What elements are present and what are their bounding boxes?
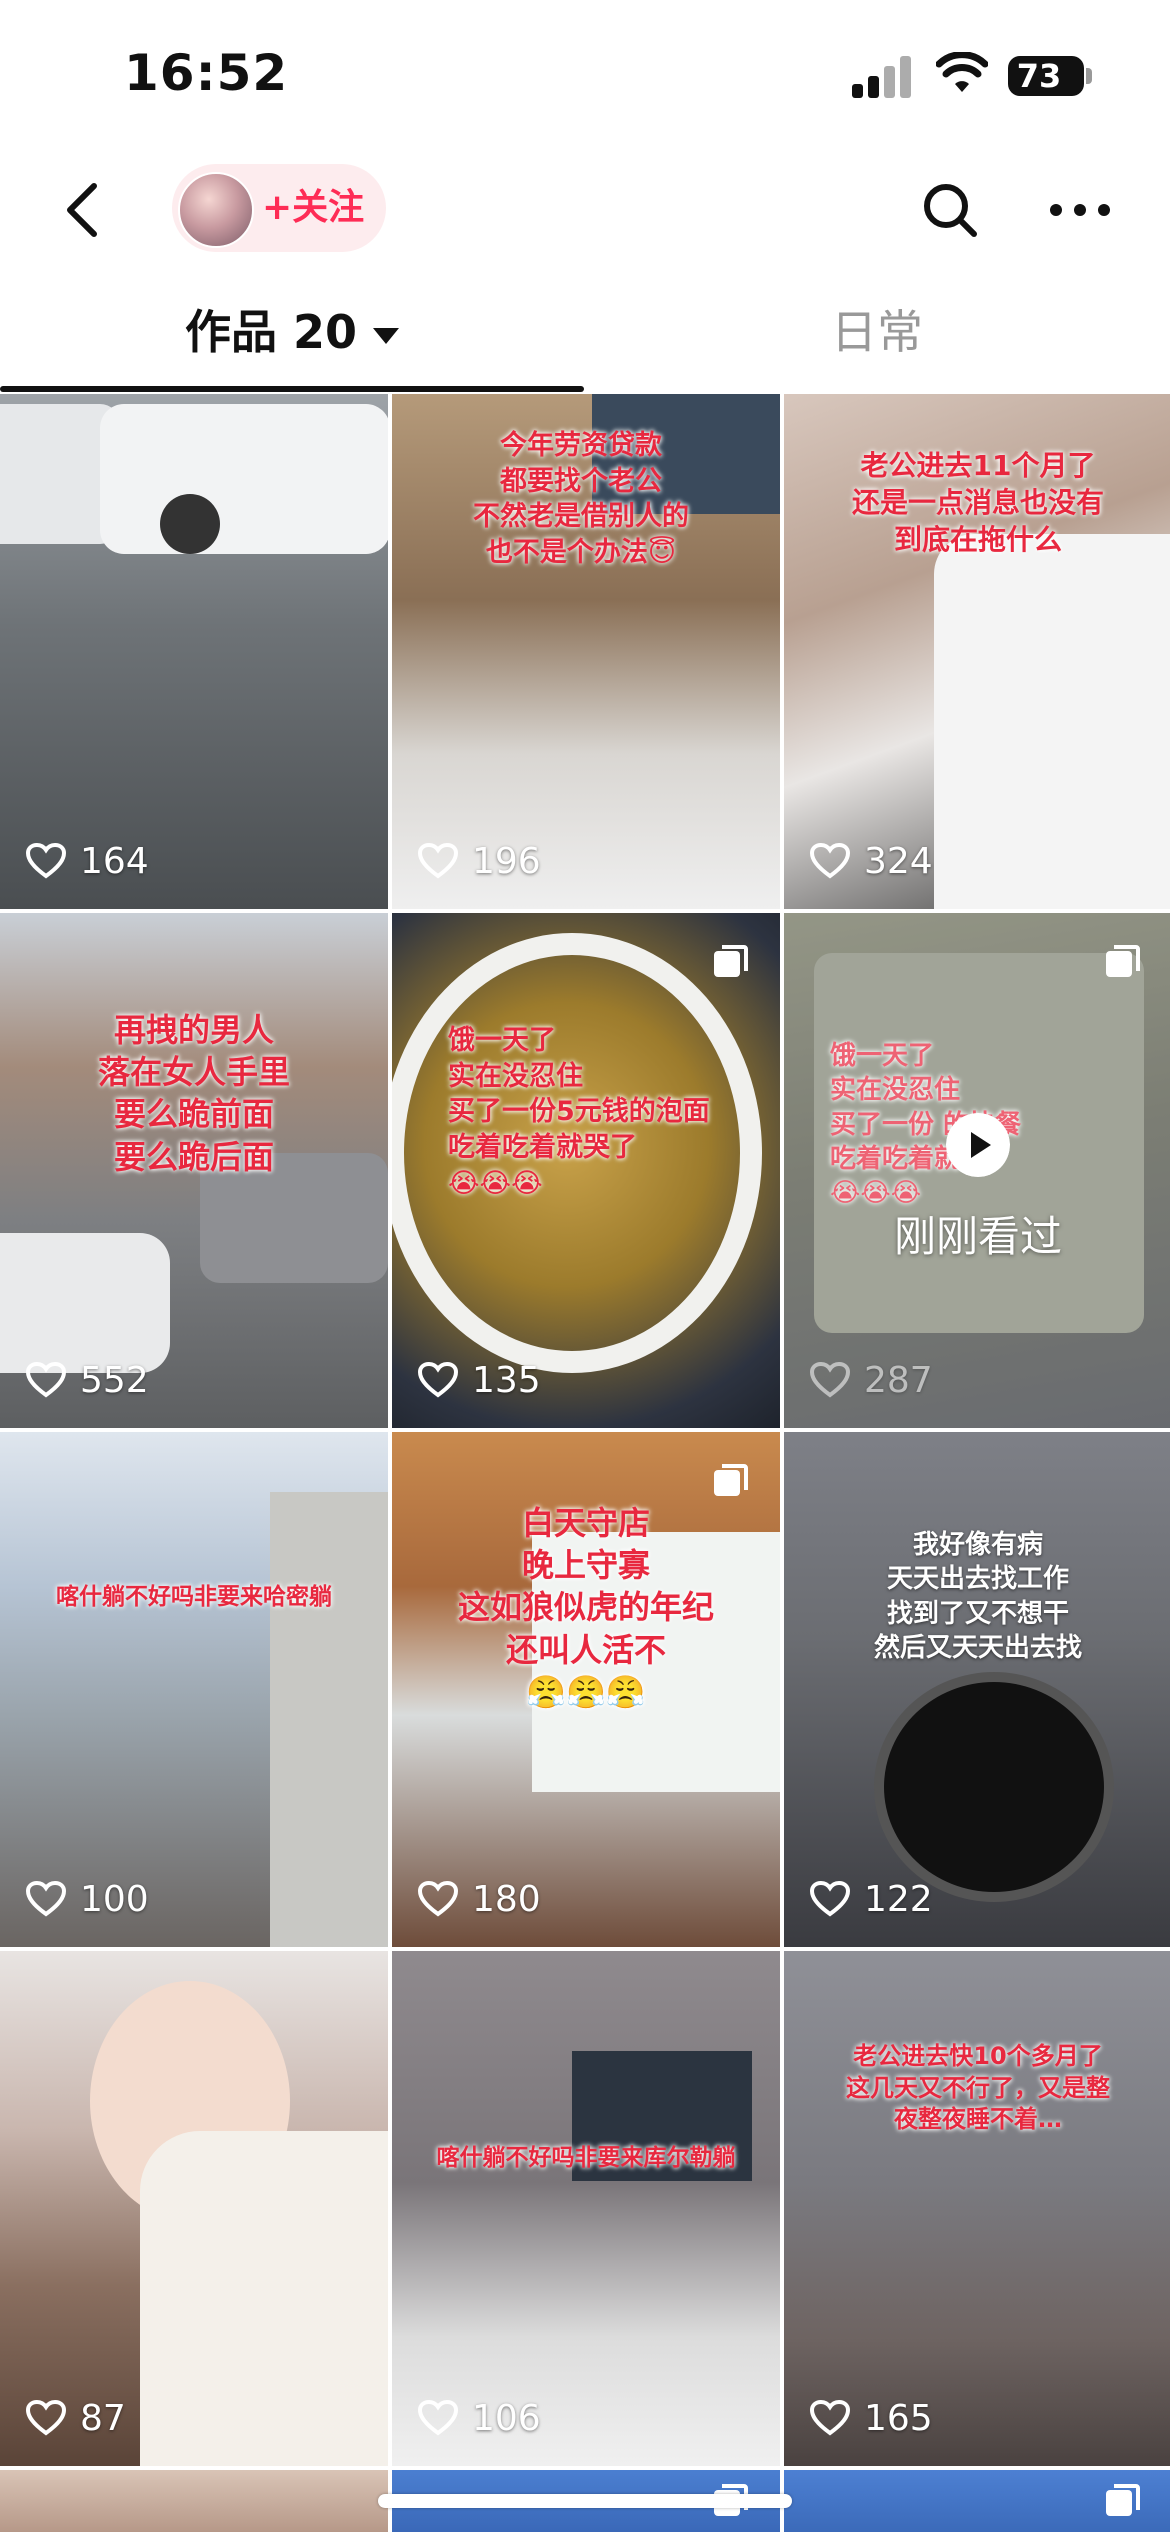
video-caption: 白天守店 晚上守寡 这如狼似虎的年纪 还叫人活不 😤😤😤 (457, 1504, 714, 1711)
image-post-tile[interactable]: 饿一天了 实在没忍住 买了一份5元钱的泡面 吃着吃着就哭了 😭😭😭 135 (392, 913, 780, 1428)
like-count-value: 180 (472, 1878, 541, 1920)
image-post-tile[interactable]: 白天守店 晚上守寡 这如狼似虎的年纪 还叫人活不 😤😤😤 180 (392, 1432, 780, 1947)
like-count: 165 (810, 2396, 933, 2440)
chevron-down-icon[interactable] (373, 327, 400, 344)
video-tile[interactable]: 164 (0, 394, 388, 909)
video-caption: 再拽的男人 落在女人手里 要么跪前面 要么跪后面 (97, 1011, 290, 1176)
video-caption: 喀什躺不好吗非要来库尔勒躺 (436, 2145, 736, 2171)
avatar[interactable] (178, 172, 254, 248)
video-tile[interactable]: 喀什躺不好吗非要来库尔勒躺 106 (392, 1951, 780, 2466)
collar-shape (140, 2131, 388, 2466)
video-tile[interactable]: 老公进去11个月了 还是一点消息也没有 到底在拖什么 324 (784, 394, 1170, 909)
heart-icon (418, 843, 458, 879)
like-count: 196 (418, 839, 541, 883)
recently-watched-label: 刚刚看过 (893, 1212, 1062, 1261)
like-count-value: 100 (80, 1878, 149, 1920)
cellular-signal-icon (852, 56, 912, 98)
like-count-value: 87 (80, 2397, 126, 2439)
shirt-shape (934, 534, 1170, 909)
tab-works-label: 作品 20 (184, 305, 358, 359)
like-count: 87 (26, 2396, 126, 2440)
battery-icon: 73 (1008, 56, 1084, 96)
tab-daily[interactable]: 日常 (584, 270, 1170, 394)
image-post-tile[interactable] (784, 2470, 1170, 2532)
play-icon (946, 1113, 1010, 1177)
heart-icon (26, 1362, 66, 1398)
wall-shape (270, 1492, 388, 1947)
heart-icon (810, 1881, 850, 1917)
back-icon[interactable] (50, 174, 122, 246)
battery-tip (1086, 68, 1092, 84)
like-count: 164 (26, 839, 149, 883)
like-count: 324 (810, 839, 933, 883)
tab-daily-label: 日常 (831, 305, 923, 359)
follow-label: +关注 (262, 187, 365, 228)
home-indicator[interactable] (378, 2494, 792, 2508)
video-caption: 饿一天了 实在没忍住 买了一份5元钱的泡面 吃着吃着就哭了 😭😭😭 (448, 1025, 710, 1199)
heart-icon (418, 1362, 458, 1398)
tire-shape (160, 494, 220, 554)
like-count-value: 196 (472, 840, 541, 882)
like-count: 135 (418, 1358, 541, 1402)
video-tile[interactable]: 喀什躺不好吗非要来哈密躺 100 (0, 1432, 388, 1947)
video-tile[interactable]: 今年劳资贷款 都要找个老公 不然老是借别人的 也不是个办法😇 196 (392, 394, 780, 909)
video-tile[interactable]: 87 (0, 1951, 388, 2466)
nav-bar: +关注 (0, 150, 1170, 270)
video-caption: 老公进去11个月了 还是一点消息也没有 到底在拖什么 (851, 449, 1104, 556)
video-caption: 今年劳资贷款 都要找个老公 不然老是借别人的 也不是个办法😇 (473, 430, 689, 568)
active-tab-indicator (0, 386, 584, 392)
heart-icon (810, 843, 850, 879)
heart-icon (26, 1881, 66, 1917)
like-count: 106 (418, 2396, 541, 2440)
heart-icon (418, 2400, 458, 2436)
heart-icon (418, 1881, 458, 1917)
status-bar: 16:52 73 (0, 0, 1170, 150)
like-count-value: 164 (80, 840, 149, 882)
heart-icon (26, 2400, 66, 2436)
like-count: 180 (418, 1877, 541, 1921)
video-tile[interactable]: 我好像有病 天天出去找工作 找到了又不想干 然后又天天出去找 122 (784, 1432, 1170, 1947)
like-count-value: 287 (864, 1359, 933, 1401)
wifi-icon (936, 52, 988, 92)
follow-button[interactable]: +关注 (172, 164, 386, 252)
speedometer-shape (874, 1672, 1114, 1902)
battery-level: 73 (1016, 57, 1062, 95)
recently-watched-overlay: 刚刚看过 (784, 913, 1170, 1428)
like-count-value: 552 (80, 1359, 149, 1401)
heart-icon (810, 1362, 850, 1398)
like-count-value: 106 (472, 2397, 541, 2439)
multi-image-icon (714, 945, 748, 977)
multi-image-icon (714, 1464, 748, 1496)
status-time: 16:52 (124, 44, 289, 102)
tab-works[interactable]: 作品 20 (0, 270, 584, 394)
more-icon[interactable] (1044, 186, 1116, 234)
like-count-value: 324 (864, 840, 933, 882)
like-count-value: 135 (472, 1359, 541, 1401)
video-tile[interactable]: 老公进去快10个多月了 这几天又不行了，又是整 夜整夜睡不着… 165 (784, 1951, 1170, 2466)
search-icon[interactable] (918, 178, 982, 242)
video-caption: 我好像有病 天天出去找工作 找到了又不想干 然后又天天出去找 (873, 1530, 1082, 1663)
heart-icon (26, 843, 66, 879)
video-tile[interactable] (0, 2470, 388, 2532)
heart-icon (810, 2400, 850, 2436)
video-caption: 喀什躺不好吗非要来哈密躺 (56, 1584, 332, 1610)
like-count: 100 (26, 1877, 149, 1921)
profile-tabs: 作品 20 日常 (0, 270, 1170, 394)
image-post-tile[interactable]: 饿一天了 实在没忍住 买了一份 的快餐 吃着吃着就 😭😭😭 刚刚看过 287 (784, 913, 1170, 1428)
like-count: 287 (810, 1358, 933, 1402)
video-caption: 老公进去快10个多月了 这几天又不行了，又是整 夜整夜睡不着… (846, 2042, 1110, 2134)
like-count: 122 (810, 1877, 933, 1921)
car-shape (100, 404, 388, 554)
like-count-value: 122 (864, 1878, 933, 1920)
car-shape (0, 1233, 170, 1373)
video-tile[interactable]: 再拽的男人 落在女人手里 要么跪前面 要么跪后面 552 (0, 913, 388, 1428)
like-count-value: 165 (864, 2397, 933, 2439)
multi-image-icon (1106, 2484, 1140, 2516)
like-count: 552 (26, 1358, 149, 1402)
